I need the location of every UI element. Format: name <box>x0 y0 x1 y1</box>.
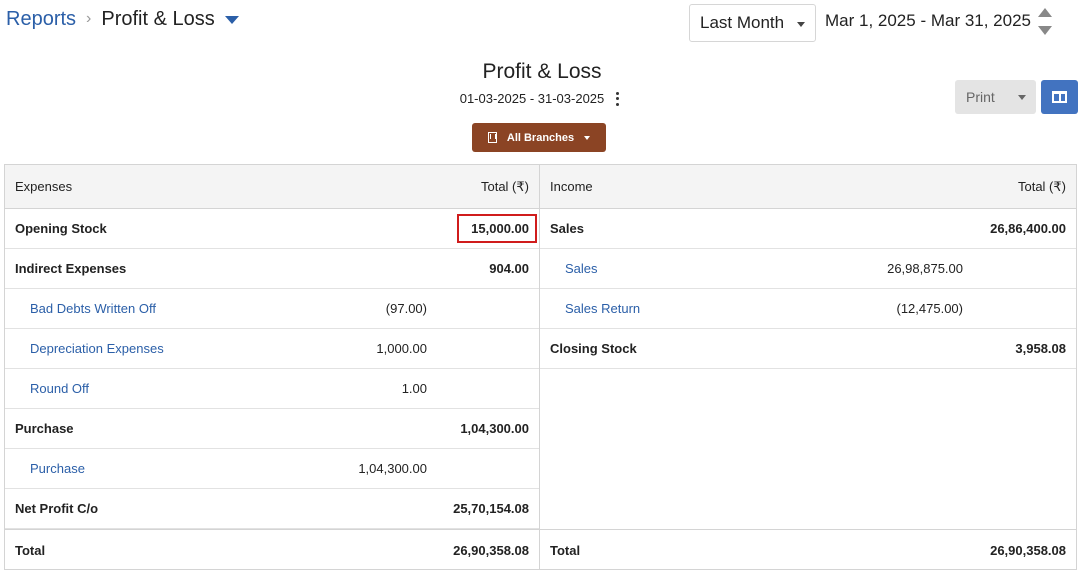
caret-down-icon[interactable] <box>224 16 239 24</box>
period-select-value: Last Month <box>700 13 785 32</box>
sub-account-link[interactable]: Sales Return <box>565 301 640 316</box>
sub-account-value: 1.00 <box>401 381 427 396</box>
sub-account-link[interactable]: Purchase <box>30 461 85 476</box>
layout-toggle-button[interactable] <box>1041 80 1078 114</box>
account-label: Indirect Expenses <box>15 261 127 276</box>
account-row: Sales 26,86,400.00 <box>540 209 1076 249</box>
expenses-total-cell: Total 26,90,358.08 <box>5 530 540 570</box>
caret-down-icon <box>584 135 591 140</box>
sub-account-row: Purchase 1,04,300.00 <box>5 449 539 489</box>
up-down-stepper-icon[interactable] <box>1037 7 1053 37</box>
kebab-menu-icon[interactable] <box>616 91 620 106</box>
income-header-row: Income Total (₹) <box>540 165 1076 209</box>
sub-account-row: Depreciation Expenses 1,000.00 <box>5 329 539 369</box>
account-label: Sales <box>550 221 584 236</box>
highlight-box <box>457 214 537 243</box>
breadcrumb-current: Profit & Loss <box>101 7 215 30</box>
sub-account-row: Sales Return (12,475.00) <box>540 289 1076 329</box>
sub-account-link[interactable]: Sales <box>565 261 598 276</box>
account-row: Purchase 1,04,300.00 <box>5 409 539 449</box>
account-label: Opening Stock <box>15 221 107 236</box>
account-label: Closing Stock <box>550 341 637 356</box>
account-row: Indirect Expenses 904.00 <box>5 249 539 289</box>
expenses-header-row: Expenses Total (₹) <box>5 165 539 209</box>
sub-account-value: 26,98,875.00 <box>887 261 963 276</box>
account-total: 26,86,400.00 <box>990 221 1066 236</box>
account-total: 25,70,154.08 <box>453 501 529 516</box>
sub-account-link[interactable]: Depreciation Expenses <box>30 341 164 356</box>
layout-columns-icon <box>1052 91 1067 103</box>
expenses-column: Expenses Total (₹) Opening Stock 15,000.0… <box>5 165 540 529</box>
totals-row: Total 26,90,358.08 Total 26,90,358.08 <box>5 529 1076 570</box>
chevron-right-icon: › <box>86 10 92 27</box>
income-column: Income Total (₹) Sales 26,86,400.00 Sales 2… <box>540 165 1076 529</box>
sub-account-link[interactable]: Round Off <box>30 381 89 396</box>
expenses-header-total: Total (₹) <box>480 178 529 194</box>
sub-account-value: (97.00) <box>385 301 427 316</box>
income-header-label: Income <box>550 179 593 194</box>
account-total: 1,04,300.00 <box>460 421 529 436</box>
income-total-value: 26,90,358.08 <box>990 542 1066 558</box>
period-select[interactable]: Last Month <box>689 4 816 42</box>
date-range[interactable]: Mar 1, 2025 - Mar 31, 2025 <box>825 11 1031 31</box>
expenses-header-label: Expenses <box>15 179 73 194</box>
sub-account-value: (12,475.00) <box>896 301 964 316</box>
account-total: 904.00 <box>489 261 529 276</box>
expenses-total-value: 26,90,358.08 <box>453 542 529 558</box>
all-branches-button[interactable]: All Branches <box>472 123 606 152</box>
sub-account-row: Bad Debts Written Off (97.00) <box>5 289 539 329</box>
sub-account-value: 1,000.00 <box>376 341 427 356</box>
account-label: Purchase <box>15 421 74 436</box>
expenses-total-label: Total <box>15 542 46 558</box>
sub-account-link[interactable]: Bad Debts Written Off <box>30 301 156 316</box>
income-header-total: Total (₹) <box>1017 178 1066 194</box>
account-row: Opening Stock 15,000.00 <box>5 209 539 249</box>
print-label: Print <box>966 89 995 105</box>
report-dates: 01-03-2025 - 31-03-2025 <box>459 91 605 106</box>
breadcrumb: Reports › Profit & Loss <box>6 6 239 32</box>
profit-loss-table: Expenses Total (₹) Opening Stock 15,000.0… <box>4 164 1077 570</box>
account-row: Net Profit C/o 25,70,154.08 <box>5 489 539 529</box>
sub-account-value: 1,04,300.00 <box>358 461 427 476</box>
caret-down-icon[interactable] <box>1018 94 1026 100</box>
report-title: Profit & Loss <box>482 60 602 83</box>
income-total-cell: Total 26,90,358.08 <box>540 530 1076 570</box>
building-icon <box>487 132 497 143</box>
sub-account-row: Sales 26,98,875.00 <box>540 249 1076 289</box>
income-total-label: Total <box>550 542 581 558</box>
account-row: Closing Stock 3,958.08 <box>540 329 1076 369</box>
all-branches-label: All Branches <box>506 131 575 144</box>
sub-account-row: Round Off 1.00 <box>5 369 539 409</box>
breadcrumb-reports-link[interactable]: Reports <box>6 8 76 31</box>
account-total: 3,958.08 <box>1015 341 1066 356</box>
arrow-up-icon[interactable] <box>1038 8 1052 17</box>
chevron-down-icon <box>797 22 805 27</box>
print-button[interactable]: Print <box>955 80 1036 114</box>
report-date-line: 01-03-2025 - 31-03-2025 <box>0 91 1080 106</box>
account-label: Net Profit C/o <box>15 501 99 516</box>
arrow-down-icon[interactable] <box>1038 26 1052 35</box>
